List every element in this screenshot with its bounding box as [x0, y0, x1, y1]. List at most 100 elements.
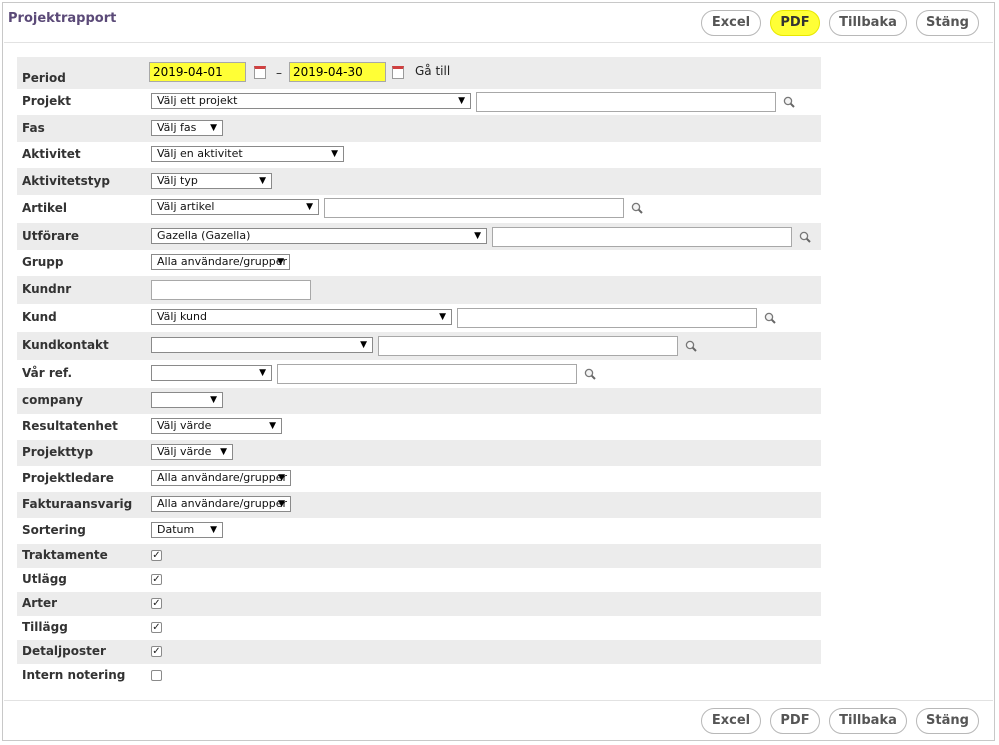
kundnr-input[interactable] [151, 280, 311, 300]
grupp-select[interactable]: Alla användare/grupper ▼ [151, 254, 290, 270]
chevron-down-icon: ▼ [210, 395, 217, 405]
pdf-button-bottom[interactable]: PDF [770, 708, 820, 734]
var-ref-search-input[interactable] [277, 364, 577, 384]
arter-checkbox[interactable]: ✓ [151, 598, 162, 609]
projektledare-label: Projektledare [22, 471, 114, 485]
search-icon[interactable] [685, 340, 697, 352]
row-aktivitet: Aktivitet Välj en aktivitet ▼ [17, 142, 821, 168]
utforare-select[interactable]: Gazella (Gazella) ▼ [151, 228, 487, 244]
row-utlagg: Utlägg ✓ [17, 568, 821, 592]
fakturaansvarig-label: Fakturaansvarig [22, 497, 133, 511]
goto-link[interactable]: Gå till [415, 64, 450, 78]
utlagg-checkbox[interactable]: ✓ [151, 574, 162, 585]
aktivitet-select[interactable]: Välj en aktivitet ▼ [151, 146, 344, 162]
utforare-search-input[interactable] [492, 227, 792, 247]
kund-label: Kund [22, 310, 57, 324]
chevron-down-icon: ▼ [210, 123, 217, 133]
projekttyp-select[interactable]: Välj värde ▼ [151, 444, 233, 460]
header-divider [4, 42, 993, 43]
tillagg-checkbox[interactable]: ✓ [151, 622, 162, 633]
fakturaansvarig-select-value: Alla användare/grupper [157, 497, 288, 510]
projekt-select[interactable]: Välj ett projekt ▼ [151, 93, 471, 109]
artikel-label: Artikel [22, 201, 67, 215]
resultatenhet-select[interactable]: Välj värde ▼ [151, 418, 282, 434]
detaljposter-checkbox[interactable]: ✓ [151, 646, 162, 657]
var-ref-select[interactable]: ▼ [151, 365, 272, 381]
calendar-icon[interactable] [392, 66, 404, 79]
aktivitet-label: Aktivitet [22, 147, 81, 161]
kundkontakt-search-input[interactable] [378, 336, 678, 356]
traktamente-checkbox[interactable]: ✓ [151, 550, 162, 561]
close-button-top[interactable]: Stäng [916, 10, 979, 36]
excel-button-top[interactable]: Excel [701, 10, 761, 36]
projekt-select-value: Välj ett projekt [157, 94, 238, 107]
company-select[interactable]: ▼ [151, 392, 223, 408]
kundnr-label: Kundnr [22, 282, 72, 296]
search-icon[interactable] [584, 368, 596, 380]
row-utforare: Utförare Gazella (Gazella) ▼ [17, 223, 821, 250]
pdf-button-top[interactable]: PDF [770, 10, 820, 36]
period-dash: – [276, 66, 282, 80]
back-button-top[interactable]: Tillbaka [829, 10, 907, 36]
sortering-select[interactable]: Datum ▼ [151, 522, 223, 538]
chevron-down-icon: ▼ [439, 312, 446, 322]
excel-button-bottom[interactable]: Excel [701, 708, 761, 734]
search-icon[interactable] [631, 202, 643, 214]
projektledare-select[interactable]: Alla användare/grupper ▼ [151, 470, 291, 486]
row-grupp: Grupp Alla användare/grupper ▼ [17, 250, 821, 276]
back-button-bottom[interactable]: Tillbaka [829, 708, 907, 734]
projekt-label: Projekt [22, 94, 71, 108]
chevron-down-icon: ▼ [458, 96, 465, 106]
kund-select-value: Välj kund [157, 310, 207, 323]
artikel-select[interactable]: Välj artikel ▼ [151, 199, 319, 215]
calendar-icon[interactable] [254, 66, 266, 79]
close-button-bottom[interactable]: Stäng [916, 708, 979, 734]
artikel-search-input[interactable] [324, 198, 624, 218]
row-arter: Arter ✓ [17, 592, 821, 616]
chevron-down-icon: ▼ [278, 473, 285, 483]
chevron-down-icon: ▼ [220, 447, 227, 457]
chevron-down-icon: ▼ [331, 149, 338, 159]
kund-select[interactable]: Välj kund ▼ [151, 309, 452, 325]
var-ref-label: Vår ref. [22, 366, 73, 380]
utforare-select-value: Gazella (Gazella) [157, 229, 251, 242]
fakturaansvarig-select[interactable]: Alla användare/grupper ▼ [151, 496, 291, 512]
projekt-search-input[interactable] [476, 92, 776, 112]
kundkontakt-select[interactable]: ▼ [151, 337, 373, 353]
footer-divider [4, 700, 993, 701]
chevron-down-icon: ▼ [269, 421, 276, 431]
chevron-down-icon: ▼ [210, 525, 217, 535]
tillagg-label: Tillägg [22, 620, 68, 634]
chevron-down-icon: ▼ [277, 257, 284, 267]
row-aktivitetstyp: Aktivitetstyp Välj typ ▼ [17, 168, 821, 195]
fas-select[interactable]: Välj fas ▼ [151, 120, 223, 136]
fas-label: Fas [22, 121, 45, 135]
kundkontakt-label: Kundkontakt [22, 338, 109, 352]
sortering-select-value: Datum [157, 523, 195, 536]
kund-search-input[interactable] [457, 308, 757, 328]
sortering-label: Sortering [22, 523, 86, 537]
company-label: company [22, 393, 83, 407]
aktivitetstyp-select-value: Välj typ [157, 174, 198, 187]
period-from-input[interactable]: 2019-04-01 [149, 62, 246, 82]
row-fakturaansvarig: Fakturaansvarig Alla användare/grupper ▼ [17, 492, 821, 518]
row-detaljposter: Detaljposter ✓ [17, 640, 821, 664]
search-icon[interactable] [799, 231, 811, 243]
row-company: company ▼ [17, 388, 821, 414]
row-kundkontakt: Kundkontakt ▼ [17, 332, 821, 360]
period-label: Period [22, 71, 66, 85]
search-icon[interactable] [764, 312, 776, 324]
arter-label: Arter [22, 596, 57, 610]
row-kundnr: Kundnr [17, 276, 821, 304]
utforare-label: Utförare [22, 229, 80, 243]
projekttyp-label: Projekttyp [22, 445, 94, 459]
traktamente-label: Traktamente [22, 548, 108, 562]
row-projekt: Projekt Välj ett projekt ▼ [17, 89, 821, 115]
row-tillagg: Tillägg ✓ [17, 616, 821, 640]
search-icon[interactable] [783, 96, 795, 108]
period-to-input[interactable]: 2019-04-30 [289, 62, 386, 82]
grupp-label: Grupp [22, 255, 64, 269]
aktivitetstyp-select[interactable]: Välj typ ▼ [151, 173, 272, 189]
aktivitet-select-value: Välj en aktivitet [157, 147, 243, 160]
intern-notering-checkbox[interactable] [151, 670, 162, 681]
